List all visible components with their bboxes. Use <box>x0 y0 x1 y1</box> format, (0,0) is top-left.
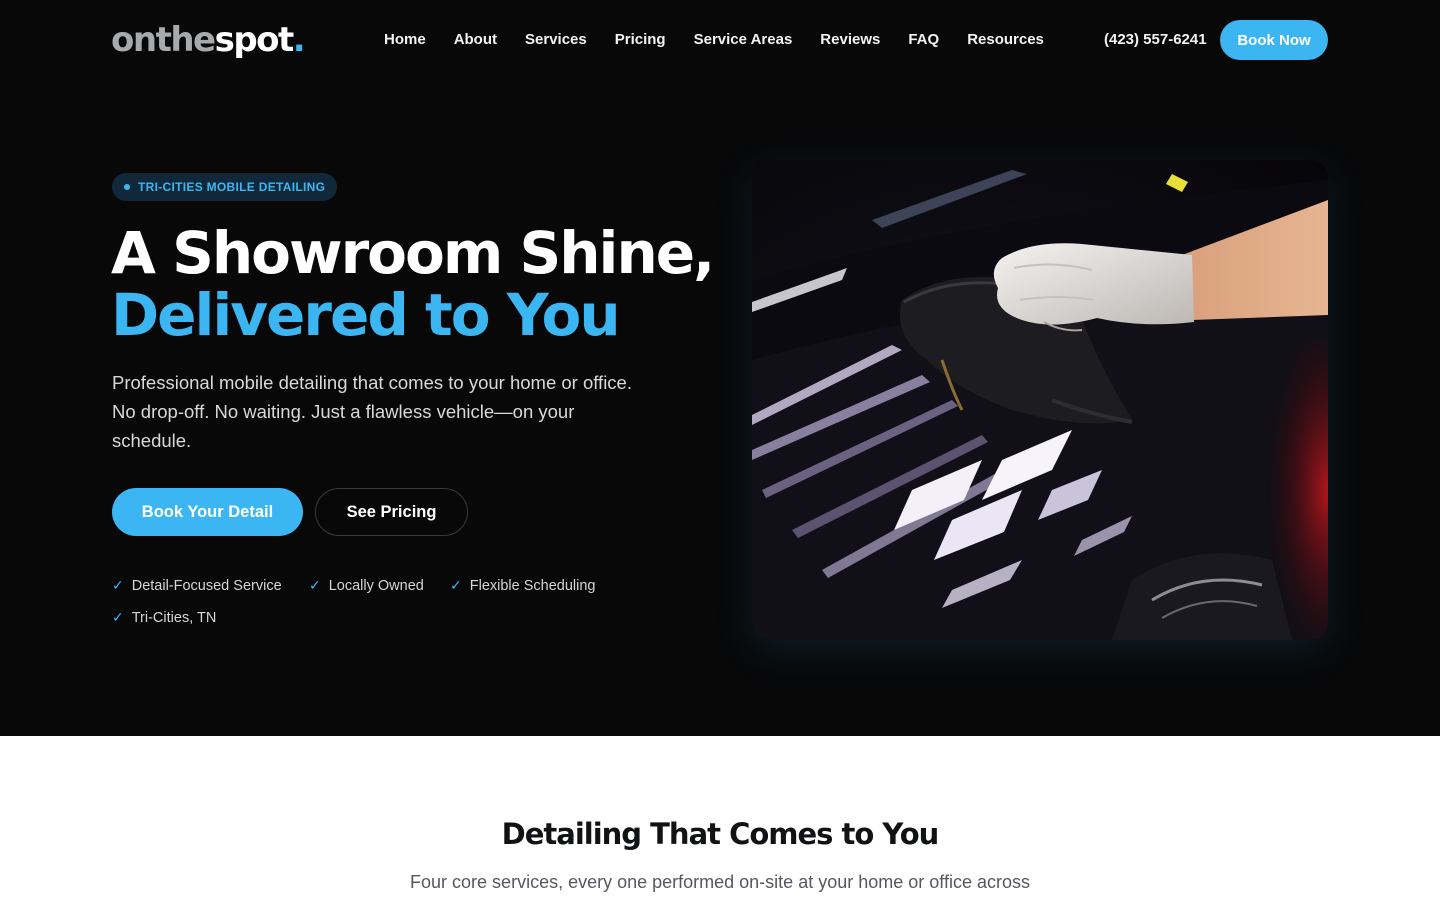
feature-item: ✓ Flexible Scheduling <box>450 576 595 596</box>
logo-dot: . <box>292 20 306 60</box>
services-section-title: Detailing That Comes to You <box>501 817 940 851</box>
nav-about[interactable]: About <box>454 30 497 50</box>
nav-home[interactable]: Home <box>384 30 426 50</box>
book-your-detail-button[interactable]: Book Your Detail <box>112 488 303 536</box>
car-polishing-illustration <box>752 170 1328 640</box>
services-section-subtitle: Four core services, every one performed … <box>410 872 1030 892</box>
phone-link[interactable]: (423) 557-6241 <box>1104 30 1207 50</box>
feature-label: Flexible Scheduling <box>469 578 596 594</box>
location-badge: TRI-CITIES MOBILE DETAILING <box>112 173 338 201</box>
hero-lead: Professional mobile detailing that comes… <box>112 372 632 451</box>
logo[interactable]: onthespot. <box>111 18 306 62</box>
check-icon: ✓ <box>112 610 124 626</box>
headline-line-2: Delivered to You <box>111 281 621 349</box>
badge-label: TRI-CITIES MOBILE DETAILING <box>138 180 326 194</box>
logo-text-spot: spot <box>214 20 295 60</box>
feature-item: ✓ Detail-Focused Service <box>112 576 282 596</box>
book-now-button[interactable]: Book Now <box>1220 20 1328 60</box>
feature-label: Detail-Focused Service <box>131 578 282 594</box>
check-icon: ✓ <box>112 578 124 594</box>
nav-service-areas[interactable]: Service Areas <box>694 30 793 50</box>
feature-item: ✓ Locally Owned <box>309 576 424 596</box>
feature-label: Tri-Cities, TN <box>131 610 217 626</box>
hero-headline: A Showroom Shine, Delivered to You <box>111 219 715 349</box>
check-icon: ✓ <box>450 578 462 594</box>
nav-reviews[interactable]: Reviews <box>820 30 880 50</box>
nav-resources[interactable]: Resources <box>967 30 1044 50</box>
headline-line-1: A Showroom Shine, <box>111 219 715 287</box>
feature-label: Locally Owned <box>328 578 424 594</box>
feature-item: ✓ Tri-Cities, TN <box>112 608 216 628</box>
nav-services[interactable]: Services <box>525 30 587 50</box>
hero-section: onthespot. Home About Services Pricing S… <box>0 0 1440 736</box>
nav-pricing[interactable]: Pricing <box>615 30 666 50</box>
check-icon: ✓ <box>309 578 321 594</box>
see-pricing-button[interactable]: See Pricing <box>315 488 468 536</box>
hero-car-detailing-image <box>752 160 1328 640</box>
dot-icon <box>124 184 130 190</box>
nav-faq[interactable]: FAQ <box>908 30 939 50</box>
main-nav: Home About Services Pricing Service Area… <box>384 30 1072 50</box>
logo-text-onthe: onthe <box>111 20 216 60</box>
